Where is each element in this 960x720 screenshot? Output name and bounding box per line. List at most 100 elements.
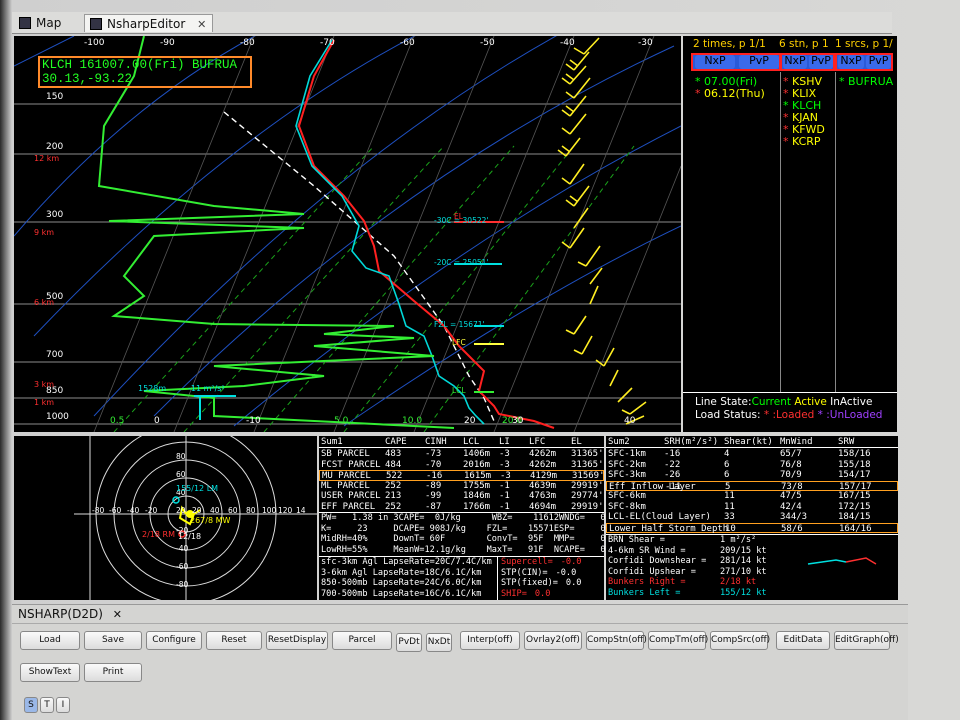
button-nxdt[interactable]: NxDt xyxy=(426,633,452,652)
skewt-panel[interactable]: KLCH 161007.00(Fri) BUFRUA 30.13,-93.22 … xyxy=(13,25,682,433)
kinematics-row[interactable]: SFC-1km -16 4 65/7 158/16 xyxy=(606,449,898,460)
button-resetdisplay[interactable]: ResetDisplay xyxy=(266,631,328,650)
parcel-cell: 31365' xyxy=(571,449,604,459)
source-item[interactable]: * BUFRUA xyxy=(839,76,893,88)
composite-index-value: -0.0 xyxy=(560,557,582,567)
parcel-header-cell: EL xyxy=(571,437,582,447)
button-editgraph-off[interactable]: EditGraph(off) xyxy=(834,631,899,650)
pressure-label: 200 xyxy=(46,142,64,152)
skewt-background-lines xyxy=(13,25,682,433)
parcel-table: Sum1 CAPE CINH LCL LI LFC EL SB PARCEL 483 -73 140… xyxy=(319,436,621,600)
kinematics-header-cell: SRH(m²/s²) xyxy=(664,437,719,447)
sources-prev-page-button[interactable]: PvP xyxy=(866,55,891,69)
hodograph-axis-label: 80 xyxy=(246,506,256,515)
kinematics-row[interactable]: SFC-3km -26 6 70/9 154/17 xyxy=(606,470,898,481)
parcel-header-cell: CAPE xyxy=(385,437,407,447)
toggle-i[interactable]: I xyxy=(56,697,70,713)
parcel-row[interactable]: ML PARCEL 252 -89 1755m -1 4639m 29919' xyxy=(319,481,604,492)
parcel-row[interactable]: MU PARCEL 522 -16 1615m -3 4129m 31569' xyxy=(319,470,605,481)
composite-index-value: 0.0 xyxy=(534,588,551,599)
hodograph-panel[interactable]: 80 60 40 20 -20 -40 -60 -80 -80 -60 -40 -20 20 40 60 80… xyxy=(14,423,317,605)
button-compstn-off[interactable]: CompStn(off) xyxy=(586,631,647,650)
parcel-cell: -1 xyxy=(499,480,510,491)
load-status-label: Load Status: xyxy=(695,409,761,421)
sources-title: 1 srcs, p 1/ xyxy=(835,38,893,50)
stations-next-page-button[interactable]: NxP xyxy=(783,55,807,69)
parcel-cell: 4694m xyxy=(529,501,557,512)
hodograph-axis-label: -60 xyxy=(109,506,122,515)
kinematics-extra-value: 2/18 kt xyxy=(720,577,757,587)
station-item[interactable]: * KCRP xyxy=(783,136,825,148)
parcel-row[interactable]: USER PARCEL 213 -99 1846m -1 4763m 29774' xyxy=(319,491,604,502)
toggle-s[interactable]: S xyxy=(24,697,38,713)
times-next-page-button[interactable]: NxP xyxy=(695,55,735,69)
button-compsrc-off[interactable]: CompSrc(off) xyxy=(710,631,770,650)
parcel-row[interactable]: SB PARCEL 483 -73 1406m -3 4262m 31365' xyxy=(319,449,604,460)
pressure-label: 150 xyxy=(46,92,64,102)
hodograph-axis-label: 60 xyxy=(228,506,238,515)
kinematics-cell: 11 xyxy=(724,501,735,512)
kinematics-row[interactable]: SFC-2km -22 6 76/8 155/18 xyxy=(606,460,898,471)
parcel-cell: -70 xyxy=(425,459,442,470)
kinematics-row[interactable]: SFC-6km 11 47/5 167/15 xyxy=(606,491,898,502)
editor-tab-bar: Map NsharpEditor ✕ xyxy=(12,12,892,34)
close-icon[interactable]: ✕ xyxy=(197,18,206,31)
toggle-t[interactable]: T xyxy=(40,697,54,713)
kinematics-cell: 11 xyxy=(724,491,735,501)
bottom-axis-label: 5.0 xyxy=(334,416,349,426)
composite-index-row: STP(CIN)= -0.0 xyxy=(501,568,576,578)
button-comptm-off[interactable]: CompTm(off) xyxy=(648,631,708,650)
level-label: LCL xyxy=(452,386,466,395)
nsharp-title-text: NSHARP(D2D) xyxy=(18,607,103,621)
legend-divider xyxy=(683,392,897,393)
temperature-tick-label: -30 xyxy=(638,38,653,48)
temperature-tick-label: -50 xyxy=(480,38,495,48)
composite-index-row: Supercell= -0.0 xyxy=(501,557,581,567)
kinematics-row[interactable]: LCL-EL(Cloud Layer) 33 344/3 184/15 xyxy=(606,512,898,523)
button-configure[interactable]: Configure xyxy=(146,631,202,650)
hodograph-ring-label: -80 xyxy=(176,580,189,589)
close-icon[interactable]: ✕ xyxy=(113,608,122,621)
parcel-cell: -1 xyxy=(499,501,510,512)
sources-next-page-button[interactable]: NxP xyxy=(838,55,864,69)
parcel-cell: 29919' xyxy=(571,501,604,512)
stations-prev-page-button[interactable]: PvP xyxy=(809,55,833,69)
kinematics-row[interactable]: Lower Half Storm Depth 10 58/6 164/16 xyxy=(606,522,898,534)
kinematics-row[interactable]: Eff Inflow Layer -11 5 73/8 157/17 xyxy=(606,480,898,492)
kinematics-row[interactable]: SFC-8km 11 42/4 172/15 xyxy=(606,502,898,513)
button-parcel[interactable]: Parcel xyxy=(332,631,392,650)
parcel-header-cell: LI xyxy=(499,437,510,447)
parcel-cell: 1406m xyxy=(463,449,491,459)
time-item[interactable]: * 06.12(Thu) xyxy=(695,88,765,100)
button-showtext[interactable]: ShowText xyxy=(20,663,80,682)
temperature-tick-label: -40 xyxy=(560,38,575,48)
button-editdata[interactable]: EditData xyxy=(776,631,830,650)
parcel-cell: EFF PARCEL xyxy=(321,501,376,512)
button-interp-off[interactable]: Interp(off) xyxy=(460,631,520,650)
station-id-line: KLCH 161007.00(Fri) BUFRUA xyxy=(42,58,238,72)
button-pvdt[interactable]: PvDt xyxy=(396,633,422,652)
screen: Map NsharpEditor ✕ KLCH 161007.00(Fri) B… xyxy=(0,0,960,720)
times-prev-page-button[interactable]: PvP xyxy=(739,55,779,69)
kinematics-cell: 76/8 xyxy=(780,459,802,470)
parcel-row[interactable]: FCST PARCEL 484 -70 2016m -3 4262m 31365' xyxy=(319,460,604,471)
tab-nsharp-editor[interactable]: NsharpEditor ✕ xyxy=(84,14,214,32)
parcel-cell: 4262m xyxy=(529,449,557,459)
tab-map[interactable]: Map xyxy=(14,14,67,32)
button-reset[interactable]: Reset xyxy=(206,631,262,650)
parcel-row[interactable]: EFF PARCEL 252 -87 1766m -1 4694m 29919' xyxy=(319,502,604,513)
parcel-cell: 1615m xyxy=(464,471,492,481)
button-save[interactable]: Save xyxy=(84,631,142,650)
kinematics-extra-value: 1 m²/s² xyxy=(720,535,757,545)
mean-wind-label: 267/8 MW xyxy=(190,516,231,525)
kinematics-layer-cell: LCL-EL(Cloud Layer) xyxy=(608,512,711,522)
button-ovrlay2-off[interactable]: Ovrlay2(off) xyxy=(524,631,582,650)
hodograph-ring-label: -60 xyxy=(176,562,189,571)
kinematics-cell: 6 xyxy=(724,470,730,480)
temperature-trace xyxy=(297,39,555,429)
kinematics-cell: 47/5 xyxy=(780,491,802,501)
parcel-cell: 1846m xyxy=(463,491,491,501)
button-load[interactable]: Load xyxy=(20,631,80,650)
level-label: LFC xyxy=(452,338,466,347)
button-print[interactable]: Print xyxy=(84,663,142,682)
